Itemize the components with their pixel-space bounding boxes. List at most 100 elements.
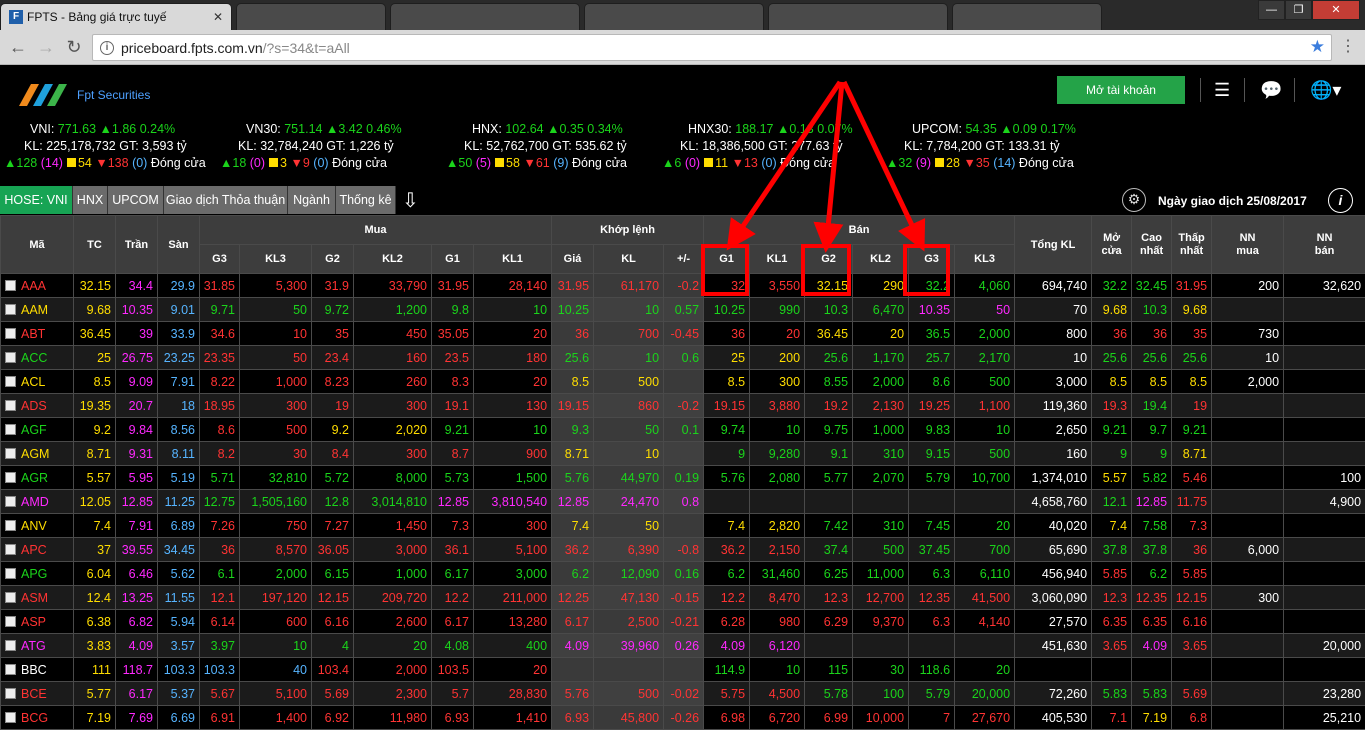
row-checkbox[interactable] bbox=[5, 304, 16, 315]
col-mo-cua[interactable]: Mở cửa bbox=[1092, 216, 1132, 274]
table-row[interactable]: ATG3.834.093.573.97104204.084004.0939,96… bbox=[1, 634, 1365, 658]
symbol-text[interactable]: ACL bbox=[21, 375, 45, 389]
table-row[interactable]: APC3739.5534.45368,57036.053,00036.15,10… bbox=[1, 538, 1365, 562]
symbol-text[interactable]: ATG bbox=[21, 639, 46, 653]
row-checkbox[interactable] bbox=[5, 712, 16, 723]
symbol-text[interactable]: ABT bbox=[21, 327, 45, 341]
row-checkbox[interactable] bbox=[5, 544, 16, 555]
table-row[interactable]: AGF9.29.848.568.65009.22,0209.21109.3500… bbox=[1, 418, 1365, 442]
table-row[interactable]: AGR5.575.955.195.7132,8105.728,0005.731,… bbox=[1, 466, 1365, 490]
col-sell-kl3[interactable]: KL3 bbox=[955, 245, 1015, 274]
browser-tab[interactable] bbox=[390, 3, 580, 30]
row-checkbox[interactable] bbox=[5, 472, 16, 483]
col-buy-kl2[interactable]: KL2 bbox=[354, 245, 432, 274]
col-match-1[interactable]: KL bbox=[594, 245, 664, 274]
row-checkbox[interactable] bbox=[5, 616, 16, 627]
close-window-icon[interactable]: ✕ bbox=[1312, 0, 1360, 20]
symbol-text[interactable]: BBC bbox=[21, 663, 47, 677]
row-checkbox[interactable] bbox=[5, 328, 16, 339]
index-block[interactable]: HNX: 102.64 ▲0.35 0.34%KL: 52,762,700 GT… bbox=[472, 122, 627, 173]
table-row[interactable]: BCG7.197.696.696.911,4006.9211,9806.931,… bbox=[1, 706, 1365, 730]
tab-hose[interactable]: HOSE: VNI bbox=[0, 186, 73, 214]
table-row[interactable]: ABT36.453933.934.6103545035.052036700-0.… bbox=[1, 322, 1365, 346]
table-row[interactable]: AMD12.0512.8511.2512.751,505,16012.83,01… bbox=[1, 490, 1365, 514]
row-checkbox[interactable] bbox=[5, 376, 16, 387]
row-checkbox[interactable] bbox=[5, 568, 16, 579]
symbol-text[interactable]: APC bbox=[21, 543, 47, 557]
arrow-down-icon[interactable]: ⇩ bbox=[402, 188, 419, 213]
col-nn-mua[interactable]: NN mua bbox=[1212, 216, 1284, 274]
row-checkbox[interactable] bbox=[5, 448, 16, 459]
index-block[interactable]: UPCOM: 54.35 ▲0.09 0.17%KL: 7,784,200 GT… bbox=[912, 122, 1076, 173]
row-checkbox[interactable] bbox=[5, 280, 16, 291]
symbol-text[interactable]: APG bbox=[21, 567, 47, 581]
symbol-text[interactable]: AGR bbox=[21, 471, 48, 485]
col-buy-g1[interactable]: G1 bbox=[432, 245, 474, 274]
row-checkbox[interactable] bbox=[5, 640, 16, 651]
menu-icon[interactable]: ☰ bbox=[1214, 80, 1230, 101]
close-tab-icon[interactable]: ✕ bbox=[213, 4, 223, 30]
symbol-text[interactable]: ASM bbox=[21, 591, 48, 605]
table-row[interactable]: ASP6.386.825.946.146006.162,6006.1713,28… bbox=[1, 610, 1365, 634]
symbol-text[interactable]: AAM bbox=[21, 303, 48, 317]
gear-icon[interactable]: ⚙ bbox=[1122, 188, 1146, 212]
table-row[interactable]: AGM8.719.318.118.2308.43008.79008.711099… bbox=[1, 442, 1365, 466]
col-buy-kl1[interactable]: KL1 bbox=[474, 245, 552, 274]
table-row[interactable]: ASM12.413.2511.5512.1197,12012.15209,720… bbox=[1, 586, 1365, 610]
back-arrow-icon[interactable]: ← bbox=[8, 37, 28, 57]
index-block[interactable]: VNI: 771.63 ▲1.86 0.24%KL: 225,178,732 G… bbox=[30, 122, 206, 173]
tab-sector[interactable]: Ngành bbox=[288, 186, 336, 214]
tab-negotiated[interactable]: Giao dịch Thỏa thuận bbox=[164, 186, 288, 214]
browser-tab[interactable] bbox=[236, 3, 386, 30]
symbol-text[interactable]: ADS bbox=[21, 399, 47, 413]
table-row[interactable]: AAM9.6810.359.019.71509.721,2009.81010.2… bbox=[1, 298, 1365, 322]
minimize-icon[interactable]: — bbox=[1258, 0, 1285, 20]
col-nn-ban[interactable]: NN bán bbox=[1284, 216, 1365, 274]
table-row[interactable]: BCE5.776.175.375.675,1005.692,3005.728,8… bbox=[1, 682, 1365, 706]
open-account-button[interactable]: Mở tài khoản bbox=[1057, 76, 1185, 104]
row-checkbox[interactable] bbox=[5, 352, 16, 363]
tab-statistics[interactable]: Thống kê bbox=[336, 186, 396, 214]
table-row[interactable]: ACL8.59.097.918.221,0008.232608.3208.550… bbox=[1, 370, 1365, 394]
browser-tab[interactable] bbox=[584, 3, 764, 30]
col-tc[interactable]: TC bbox=[74, 216, 116, 274]
browser-tab[interactable] bbox=[952, 3, 1102, 30]
col-buy-kl3[interactable]: KL3 bbox=[240, 245, 312, 274]
browser-tab[interactable] bbox=[768, 3, 948, 30]
row-checkbox[interactable] bbox=[5, 520, 16, 531]
address-bar[interactable]: i priceboard.fpts.com.vn/?s=34&t=aAll ★ bbox=[92, 34, 1332, 61]
symbol-text[interactable]: AGM bbox=[21, 447, 49, 461]
col-san[interactable]: Sàn bbox=[158, 216, 200, 274]
col-match-2[interactable]: +/- bbox=[664, 245, 704, 274]
tab-hnx[interactable]: HNX bbox=[73, 186, 108, 214]
col-match-0[interactable]: Giá bbox=[552, 245, 594, 274]
chat-icon[interactable]: 💬 bbox=[1260, 80, 1282, 101]
row-checkbox[interactable] bbox=[5, 424, 16, 435]
col-sell-kl1[interactable]: KL1 bbox=[750, 245, 805, 274]
symbol-text[interactable]: ANV bbox=[21, 519, 47, 533]
table-row[interactable]: AAA32.1534.429.931.855,30031.933,79031.9… bbox=[1, 274, 1365, 298]
symbol-text[interactable]: BCE bbox=[21, 687, 47, 701]
col-sell-kl2[interactable]: KL2 bbox=[853, 245, 909, 274]
row-checkbox[interactable] bbox=[5, 592, 16, 603]
table-row[interactable]: ACC2526.7523.2523.355023.416023.518025.6… bbox=[1, 346, 1365, 370]
col-ma[interactable]: Mã bbox=[1, 216, 74, 274]
symbol-text[interactable]: ACC bbox=[21, 351, 47, 365]
symbol-text[interactable]: ASP bbox=[21, 615, 46, 629]
site-info-icon[interactable]: i bbox=[100, 41, 114, 55]
col-buy-g3[interactable]: G3 bbox=[200, 245, 240, 274]
row-checkbox[interactable] bbox=[5, 400, 16, 411]
col-buy-g2[interactable]: G2 bbox=[312, 245, 354, 274]
row-checkbox[interactable] bbox=[5, 688, 16, 699]
col-thap-nhat[interactable]: Thấp nhất bbox=[1172, 216, 1212, 274]
forward-arrow-icon[interactable]: → bbox=[36, 37, 56, 57]
bookmark-star-icon[interactable]: ★ bbox=[1310, 37, 1325, 57]
row-checkbox[interactable] bbox=[5, 664, 16, 675]
row-checkbox[interactable] bbox=[5, 496, 16, 507]
table-row[interactable]: ADS19.3520.71818.953001930019.113019.158… bbox=[1, 394, 1365, 418]
globe-icon[interactable]: 🌐▾ bbox=[1310, 80, 1341, 101]
symbol-text[interactable]: AGF bbox=[21, 423, 47, 437]
symbol-text[interactable]: AAA bbox=[21, 279, 46, 293]
col-tong-kl[interactable]: Tổng KL bbox=[1015, 216, 1092, 274]
symbol-text[interactable]: BCG bbox=[21, 711, 48, 725]
